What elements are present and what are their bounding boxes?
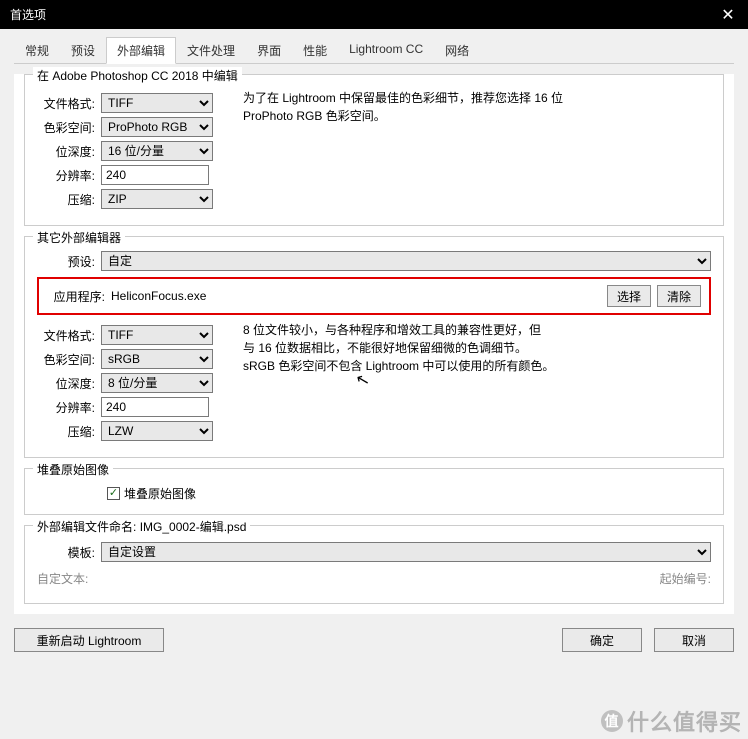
choose-button[interactable]: 选择 [607, 285, 651, 307]
label-bit-depth-ps: 位深度: [37, 143, 101, 160]
panel-title-photoshop: 在 Adobe Photoshop CC 2018 中编辑 [33, 67, 242, 84]
label-file-format-ext: 文件格式: [37, 327, 101, 344]
panel-title-naming: 外部编辑文件命名: IMG_0002-编辑.psd [33, 518, 250, 535]
select-compression-ext[interactable]: LZW [101, 421, 213, 441]
content: 在 Adobe Photoshop CC 2018 中编辑 文件格式: TIFF… [14, 74, 734, 614]
checkbox-stack-label: 堆叠原始图像 [124, 485, 196, 502]
label-color-space-ps: 色彩空间: [37, 119, 101, 136]
tab-file-handling[interactable]: 文件处理 [176, 37, 246, 64]
label-compression-ps: 压缩: [37, 191, 101, 208]
tab-lightroom-cc[interactable]: Lightroom CC [338, 37, 434, 64]
label-start-number: 起始编号: [660, 570, 711, 587]
label-compression-ext: 压缩: [37, 423, 101, 440]
label-preset: 预设: [37, 253, 101, 270]
tab-external-edit[interactable]: 外部编辑 [106, 37, 176, 64]
hint-external: 8 位文件较小，与各种程序和增效工具的兼容性更好，但 与 16 位数据相比，不能… [243, 321, 554, 445]
checkbox-stack[interactable]: ✓ [107, 487, 120, 500]
label-color-space-ext: 色彩空间: [37, 351, 101, 368]
select-file-format-ps[interactable]: TIFF [101, 93, 213, 113]
application-row-highlight: 应用程序: HeliconFocus.exe 选择 清除 [37, 277, 711, 315]
watermark: 值 什么值得买 [601, 705, 742, 737]
label-template: 模板: [37, 544, 101, 561]
select-color-space-ps[interactable]: ProPhoto RGB [101, 117, 213, 137]
select-bit-depth-ps[interactable]: 16 位/分量 [101, 141, 213, 161]
label-resolution-ps: 分辨率: [37, 167, 101, 184]
tabs: 常规 预设 外部编辑 文件处理 界面 性能 Lightroom CC 网络 [14, 37, 734, 64]
select-preset[interactable]: 自定 [101, 251, 711, 271]
tab-presets[interactable]: 预设 [60, 37, 106, 64]
window-title: 首选项 [10, 6, 46, 23]
panel-stack: 堆叠原始图像 ✓ 堆叠原始图像 [24, 468, 724, 515]
select-color-space-ext[interactable]: sRGB [101, 349, 213, 369]
ok-button[interactable]: 确定 [562, 628, 642, 652]
select-compression-ps[interactable]: ZIP [101, 189, 213, 209]
select-template[interactable]: 自定设置 [101, 542, 711, 562]
panel-naming: 外部编辑文件命名: IMG_0002-编辑.psd 模板: 自定设置 自定文本:… [24, 525, 724, 604]
input-resolution-ext[interactable] [101, 397, 209, 417]
application-path: HeliconFocus.exe [111, 289, 607, 303]
titlebar: 首选项 ✕ [0, 0, 748, 29]
select-bit-depth-ext[interactable]: 8 位/分量 [101, 373, 213, 393]
label-file-format-ps: 文件格式: [37, 95, 101, 112]
select-file-format-ext[interactable]: TIFF [101, 325, 213, 345]
input-resolution-ps[interactable] [101, 165, 209, 185]
bottom-bar: 重新启动 Lightroom 确定 取消 [14, 628, 734, 652]
panel-title-external: 其它外部编辑器 [33, 229, 125, 246]
label-resolution-ext: 分辨率: [37, 399, 101, 416]
cancel-button[interactable]: 取消 [654, 628, 734, 652]
restart-lightroom-button[interactable]: 重新启动 Lightroom [14, 628, 164, 652]
tab-performance[interactable]: 性能 [292, 37, 338, 64]
hint-photoshop: 为了在 Lightroom 中保留最佳的色彩细节，推荐您选择 16 位 ProP… [243, 89, 573, 213]
panel-title-stack: 堆叠原始图像 [33, 461, 113, 478]
label-bit-depth-ext: 位深度: [37, 375, 101, 392]
label-custom-text: 自定文本: [37, 570, 92, 587]
panel-photoshop: 在 Adobe Photoshop CC 2018 中编辑 文件格式: TIFF… [24, 74, 724, 226]
label-application: 应用程序: [47, 288, 111, 305]
tab-network[interactable]: 网络 [434, 37, 480, 64]
tab-general[interactable]: 常规 [14, 37, 60, 64]
tab-interface[interactable]: 界面 [246, 37, 292, 64]
panel-external-editor: 其它外部编辑器 预设: 自定 应用程序: HeliconFocus.exe 选择… [24, 236, 724, 458]
clear-button[interactable]: 清除 [657, 285, 701, 307]
close-icon[interactable]: ✕ [708, 0, 748, 29]
